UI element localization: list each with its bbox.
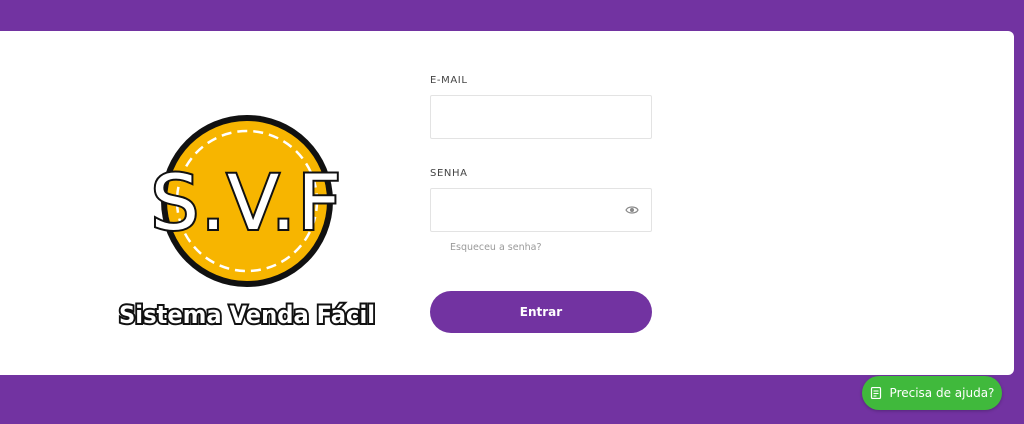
- chat-icon: [870, 387, 881, 399]
- login-card: S.V.F Sistema Venda Fácil E-MAIL SENHA E…: [0, 31, 1014, 375]
- eye-icon[interactable]: [625, 204, 639, 216]
- logo-subtitle: Sistema Venda Fácil: [119, 301, 375, 329]
- email-field-wrapper[interactable]: [430, 95, 652, 139]
- login-button[interactable]: Entrar: [430, 291, 652, 333]
- help-button-label: Precisa de ajuda?: [889, 386, 995, 400]
- help-button[interactable]: Precisa de ajuda?: [862, 376, 1002, 410]
- forgot-password-link[interactable]: Esqueceu a senha?: [450, 242, 542, 253]
- password-field-wrapper[interactable]: [430, 188, 652, 232]
- logo-main-text: S.V.F: [151, 158, 343, 247]
- password-field[interactable]: [441, 189, 625, 231]
- email-label: E-MAIL: [430, 75, 468, 86]
- password-label: SENHA: [430, 168, 468, 179]
- email-field[interactable]: [441, 96, 625, 138]
- svf-logo: S.V.F Sistema Venda Fácil: [117, 115, 377, 331]
